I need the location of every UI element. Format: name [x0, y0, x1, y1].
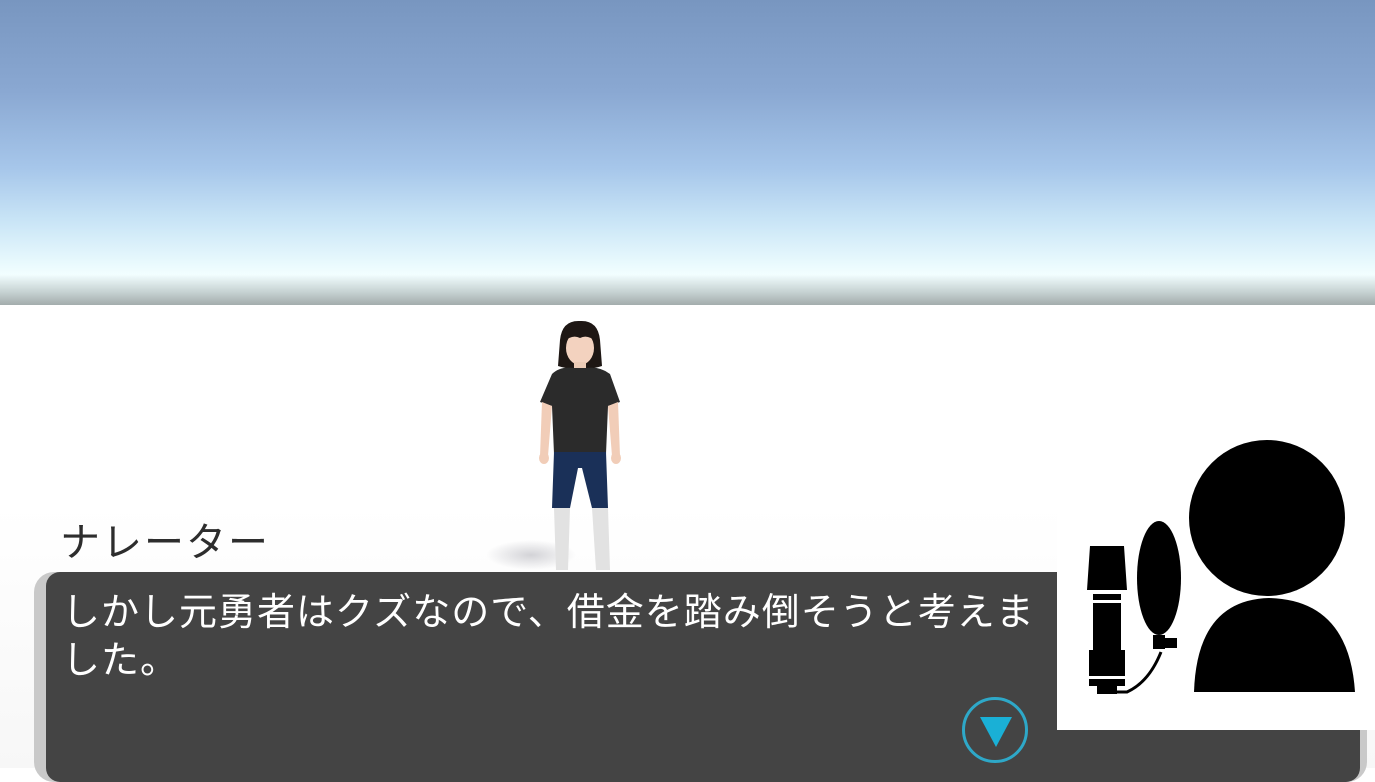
next-message-button[interactable] — [962, 697, 1028, 763]
sky-background — [0, 0, 1375, 305]
microphone-speaker-icon — [1087, 440, 1355, 694]
speaker-name: ナレーター — [60, 520, 270, 566]
triangle-down-icon — [980, 717, 1012, 747]
dialog-message: しかし元勇者はクズなので、借金を踏み倒そうと考えました。 — [62, 590, 1035, 682]
character-model — [520, 318, 640, 578]
voice-indicator-panel — [1057, 430, 1375, 730]
